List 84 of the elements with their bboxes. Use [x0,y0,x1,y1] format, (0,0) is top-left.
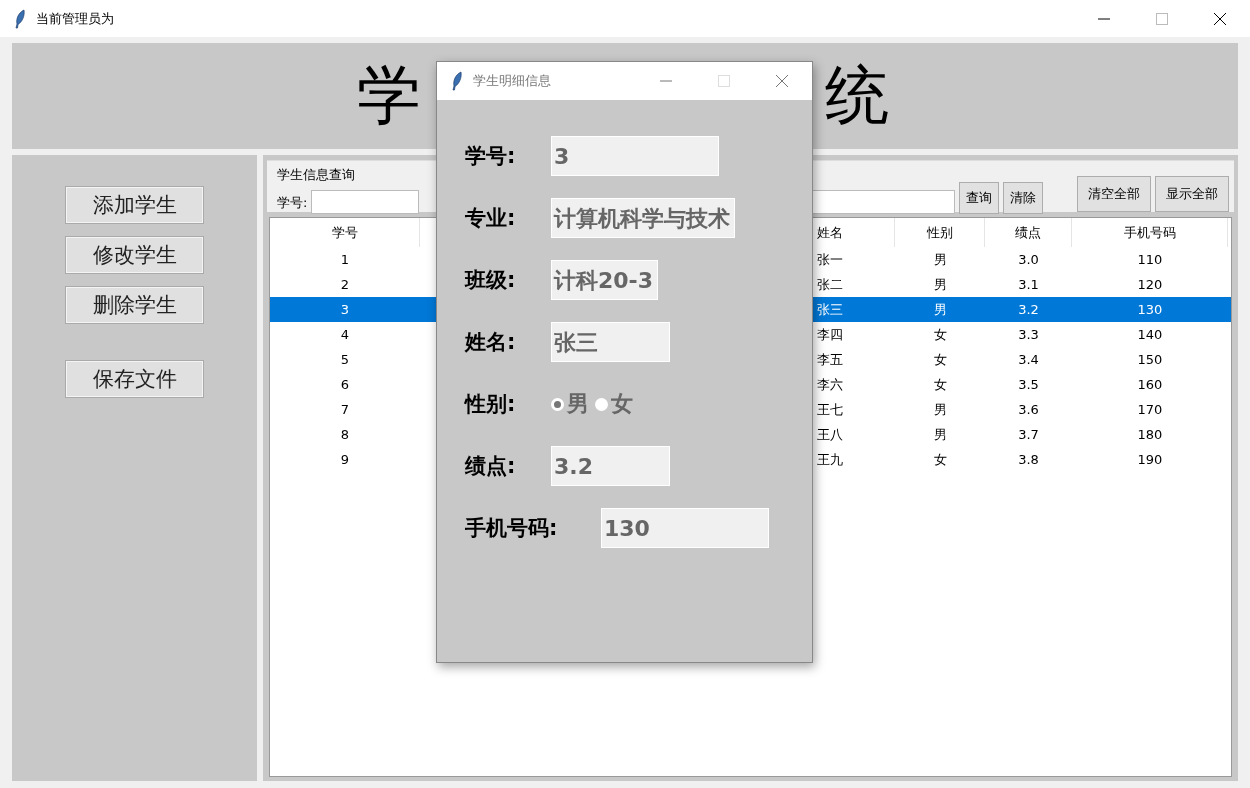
column-header[interactable]: 绩点 [985,218,1072,247]
field-label: 绩点: [465,453,517,480]
table-cell-text: 李五 [816,350,844,369]
table-cell-text: 男 [932,300,948,319]
table-cell-text: 女 [932,450,948,469]
table-cell-text: 王九 [816,450,844,469]
action-button[interactable]: 显示全部 [1155,176,1230,212]
sidebar-button[interactable]: 添加学生 [66,187,203,223]
field-label: 学号: [465,143,517,170]
table-cell-text: 张一 [816,250,844,269]
table-cell-text: 男 [932,400,948,419]
input-field[interactable]: 计科20-3 [551,260,659,300]
table-cell-text: 170 [1136,402,1164,417]
table-cell-text: 女 [932,325,948,344]
table-cell-text: 3.3 [1017,327,1040,342]
table-cell-text: 3.6 [1017,402,1040,417]
table-cell-text: 3.7 [1017,427,1040,442]
field-label: 性别: [465,391,517,418]
table-cell-text: 2 [339,277,351,292]
feather-icon [14,8,26,29]
input-field[interactable]: 130 [601,508,769,548]
window-title: 当前管理员为 [36,9,114,28]
group-title: 学生信息查询 [277,166,355,184]
query-button[interactable]: 查询 [959,182,1000,214]
table-cell-text: 男 [932,275,948,294]
field-label: 学号: [277,194,308,212]
field-label: 姓名: [465,329,517,356]
sidebar-button[interactable]: 删除学生 [66,287,203,323]
feather-icon [451,71,463,91]
close-icon[interactable] [1214,12,1226,25]
table-cell-text: 6 [339,377,351,392]
radio-button[interactable] [595,397,608,411]
table-cell-text: 4 [339,327,351,342]
table-cell-text: 110 [1136,252,1164,267]
action-button[interactable]: 清空全部 [1077,176,1152,212]
table-cell-text: 9 [339,452,351,467]
maximize-icon[interactable] [1156,12,1168,25]
input-field[interactable]: 计算机科学与技术 [551,198,735,238]
table-cell-text: 男 [932,425,948,444]
table-cell-text: 1 [339,252,351,267]
table-cell-text: 160 [1136,377,1164,392]
table-cell-text: 男 [932,250,948,269]
query-button[interactable]: 清除 [1003,182,1044,214]
table-cell-text: 7 [339,402,351,417]
table-cell-text: 8 [339,427,351,442]
field-label: 班级: [465,267,517,294]
table-cell-text: 150 [1136,352,1164,367]
table-cell-text: 3.0 [1017,252,1040,267]
radio-button[interactable] [551,397,564,411]
table-cell-text: 李六 [816,375,844,394]
column-header[interactable]: 手机号码 [1072,218,1228,247]
table-cell-text: 张二 [816,275,844,294]
table-cell-text: 张三 [816,300,844,319]
input-field[interactable]: 张三 [551,322,670,362]
table-cell-text: 140 [1136,327,1164,342]
table-cell-text: 190 [1136,452,1164,467]
table-cell-text: 王八 [816,425,844,444]
field-label: 手机号码: [465,515,559,542]
input-field[interactable]: 3 [551,136,719,176]
table-cell-text: 120 [1136,277,1164,292]
table-cell-text: 王七 [816,400,844,419]
table-cell-text: 3.5 [1017,377,1040,392]
table-cell-text: 女 [932,375,948,394]
table-cell-text: 李四 [816,325,844,344]
table-cell-text: 女 [932,350,948,369]
table-cell-text: 130 [1136,302,1164,317]
column-header[interactable]: 性别 [895,218,985,247]
column-header[interactable]: 学号 [270,218,420,247]
table-cell-text: 3.8 [1017,452,1040,467]
maximize-icon[interactable] [718,75,730,87]
app-title: 统 [825,57,889,134]
input-field[interactable]: 3.2 [551,446,670,486]
sidebar-button[interactable]: 修改学生 [66,237,203,273]
table-cell-text: 3.4 [1017,352,1040,367]
app-title: 学 [357,57,421,134]
input-field[interactable] [311,190,420,214]
table-cell-text: 180 [1136,427,1164,442]
field-label: 专业: [465,205,517,232]
sidebar-button[interactable]: 保存文件 [66,361,203,397]
table-cell-text: 3.2 [1017,302,1040,317]
dialog-title: 学生明细信息 [473,72,551,90]
table-cell-text: 3 [339,302,351,317]
table-cell-text: 3.1 [1017,277,1040,292]
table-cell-text: 5 [339,352,351,367]
